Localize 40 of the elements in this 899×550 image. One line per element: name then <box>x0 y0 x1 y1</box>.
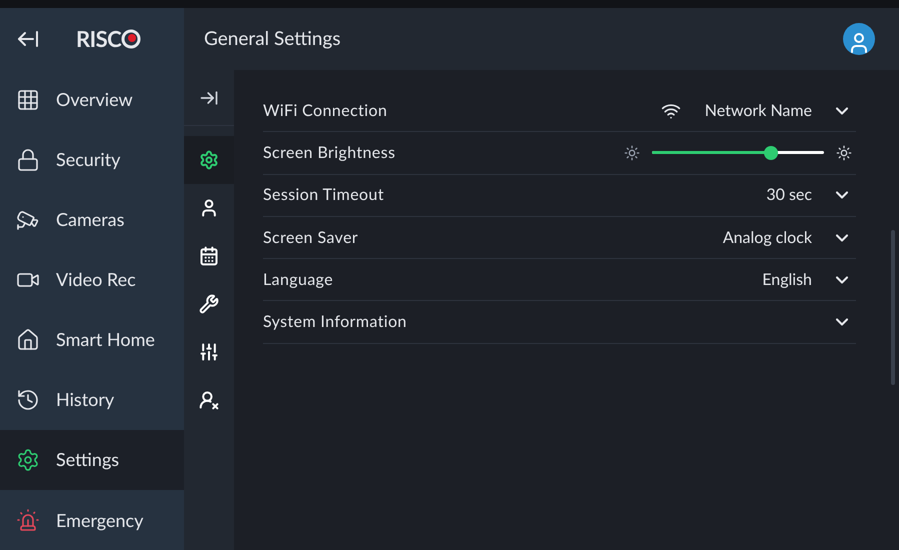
logo-text: RISC <box>76 24 122 54</box>
setting-value: English <box>762 268 812 291</box>
settings-row[interactable]: System Information <box>263 301 856 344</box>
setting-value: Analog clock <box>722 226 812 249</box>
scrollbar[interactable] <box>891 230 895 385</box>
house-icon <box>16 328 40 352</box>
avatar[interactable] <box>843 23 875 55</box>
calendar-icon <box>199 246 219 266</box>
slider-thumb[interactable] <box>764 146 778 160</box>
page-title: General Settings <box>204 26 341 52</box>
wrench-icon <box>199 294 219 314</box>
subnav-tab[interactable] <box>184 136 234 184</box>
padlock-icon <box>16 148 40 172</box>
settings-row[interactable]: Screen Saver Analog clock <box>263 216 856 260</box>
settings-row[interactable]: Language English <box>263 259 856 302</box>
sidebar-item[interactable]: Emergency <box>0 490 184 550</box>
settings-row[interactable]: Session Timeout 30 sec <box>263 174 856 217</box>
sidebar-item[interactable]: Overview <box>0 70 184 130</box>
history-icon <box>16 388 40 412</box>
setting-value: 30 sec <box>766 184 812 206</box>
settings-icon <box>16 448 40 472</box>
sidebar-item[interactable]: Settings <box>0 430 184 490</box>
sidebar-item[interactable]: Video Rec <box>0 250 184 310</box>
sidebar-item[interactable]: Cameras <box>0 190 184 250</box>
sidebar-item[interactable]: History <box>0 370 184 430</box>
settings-row[interactable]: WiFi Connection Network Name <box>263 90 856 132</box>
user-icon <box>199 390 219 410</box>
gear-icon <box>199 150 219 170</box>
settings-row[interactable]: Screen Brightness <box>263 132 856 175</box>
logo-mark-icon <box>121 28 142 49</box>
setting-value: Network Name <box>704 100 812 122</box>
brightness-slider[interactable] <box>652 146 824 160</box>
sliders-icon <box>199 342 219 362</box>
grid-icon <box>16 88 40 112</box>
user-icon <box>199 198 219 218</box>
sidebar-item[interactable]: Smart Home <box>0 310 184 370</box>
bright-sun-icon <box>836 144 852 161</box>
sidebar-item[interactable]: Security <box>0 130 184 190</box>
siren-icon <box>16 508 40 532</box>
dim-sun-icon <box>624 144 640 161</box>
